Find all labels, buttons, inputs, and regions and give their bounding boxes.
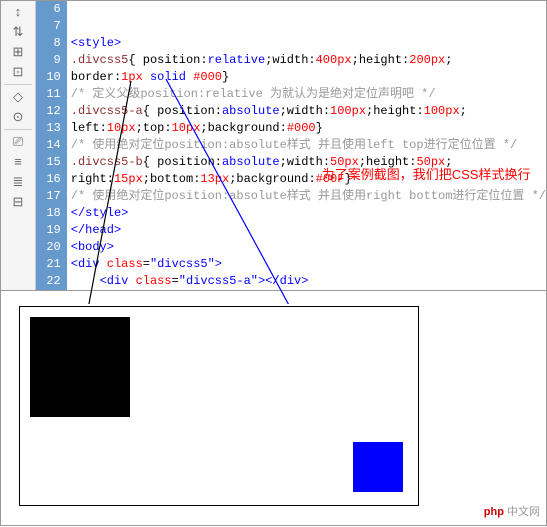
code-line[interactable]: border:1px solid #000}	[71, 69, 546, 86]
code-content[interactable]: <style>.divcss5{ position:relative;width…	[67, 1, 546, 290]
line-number: 17	[36, 188, 61, 205]
line-number: 14	[36, 137, 61, 154]
code-line[interactable]: <div class="divcss5">	[71, 256, 546, 273]
watermark-brand: php	[484, 506, 504, 518]
line-gutter: 678910111213141516171819202122	[36, 1, 67, 290]
tool-icon[interactable]: ⊙	[8, 108, 28, 126]
line-number: 22	[36, 273, 61, 290]
tool-icon[interactable]: ⎚	[8, 133, 28, 151]
line-number: 18	[36, 205, 61, 222]
line-number: 15	[36, 154, 61, 171]
line-number: 13	[36, 120, 61, 137]
line-number: 9	[36, 52, 61, 69]
line-number: 10	[36, 69, 61, 86]
line-number: 6	[36, 1, 61, 18]
code-line[interactable]: <div class="divcss5-a"></div>	[71, 273, 546, 290]
line-number: 21	[36, 256, 61, 273]
tool-icon[interactable]: ◇	[8, 88, 28, 106]
tool-icon[interactable]: ≣	[8, 173, 28, 191]
line-number: 12	[36, 103, 61, 120]
line-number: 8	[36, 35, 61, 52]
editor-pane: ↕ ⇅ ⊞ ⊡ ◇ ⊙ ⎚ ≡ ≣ ⊟ 67891011121314151617…	[1, 1, 546, 291]
tool-icon[interactable]: ↕	[8, 3, 28, 21]
code-line[interactable]: </style>	[71, 205, 546, 222]
tool-icon[interactable]: ⇅	[8, 23, 28, 41]
line-number: 20	[36, 239, 61, 256]
code-line[interactable]: /* 使用绝对定位position:absolute样式 并且使用right b…	[71, 188, 546, 205]
editor-sidebar: ↕ ⇅ ⊞ ⊡ ◇ ⊙ ⎚ ≡ ≣ ⊟	[1, 1, 36, 290]
code-line[interactable]: /* 定义父级position:relative 为就认为是绝对定位声明吧 */	[71, 86, 546, 103]
code-line[interactable]: /* 使用绝对定位position:absolute样式 并且使用left to…	[71, 137, 546, 154]
watermark-text: 中文网	[507, 506, 540, 518]
tool-icon[interactable]: ≡	[8, 153, 28, 171]
watermark: php 中文网	[484, 503, 540, 519]
line-number: 11	[36, 86, 61, 103]
code-line[interactable]: .divcss5-b{ position:absolute;width:50px…	[71, 154, 546, 171]
preview-container	[19, 306, 419, 506]
preview-blue-box	[353, 442, 403, 492]
tool-icon[interactable]: ⊞	[8, 43, 28, 61]
code-line[interactable]: left:10px;top:10px;background:#000}	[71, 120, 546, 137]
code-line[interactable]: .divcss5{ position:relative;width:400px;…	[71, 52, 546, 69]
line-number: 16	[36, 171, 61, 188]
code-line[interactable]: right:15px;bottom:13px;background:#00F}	[71, 171, 546, 188]
line-number: 7	[36, 18, 61, 35]
preview-black-box	[30, 317, 130, 417]
code-area[interactable]: 678910111213141516171819202122 <style>.d…	[36, 1, 546, 290]
preview-pane	[11, 304, 536, 515]
tool-icon[interactable]: ⊟	[8, 193, 28, 211]
code-line[interactable]: </head>	[71, 222, 546, 239]
line-number: 19	[36, 222, 61, 239]
code-line[interactable]: <body>	[71, 239, 546, 256]
code-line[interactable]: <style>	[71, 35, 546, 52]
tool-icon[interactable]: ⊡	[8, 63, 28, 81]
code-line[interactable]: .divcss5-a{ position:absolute;width:100p…	[71, 103, 546, 120]
